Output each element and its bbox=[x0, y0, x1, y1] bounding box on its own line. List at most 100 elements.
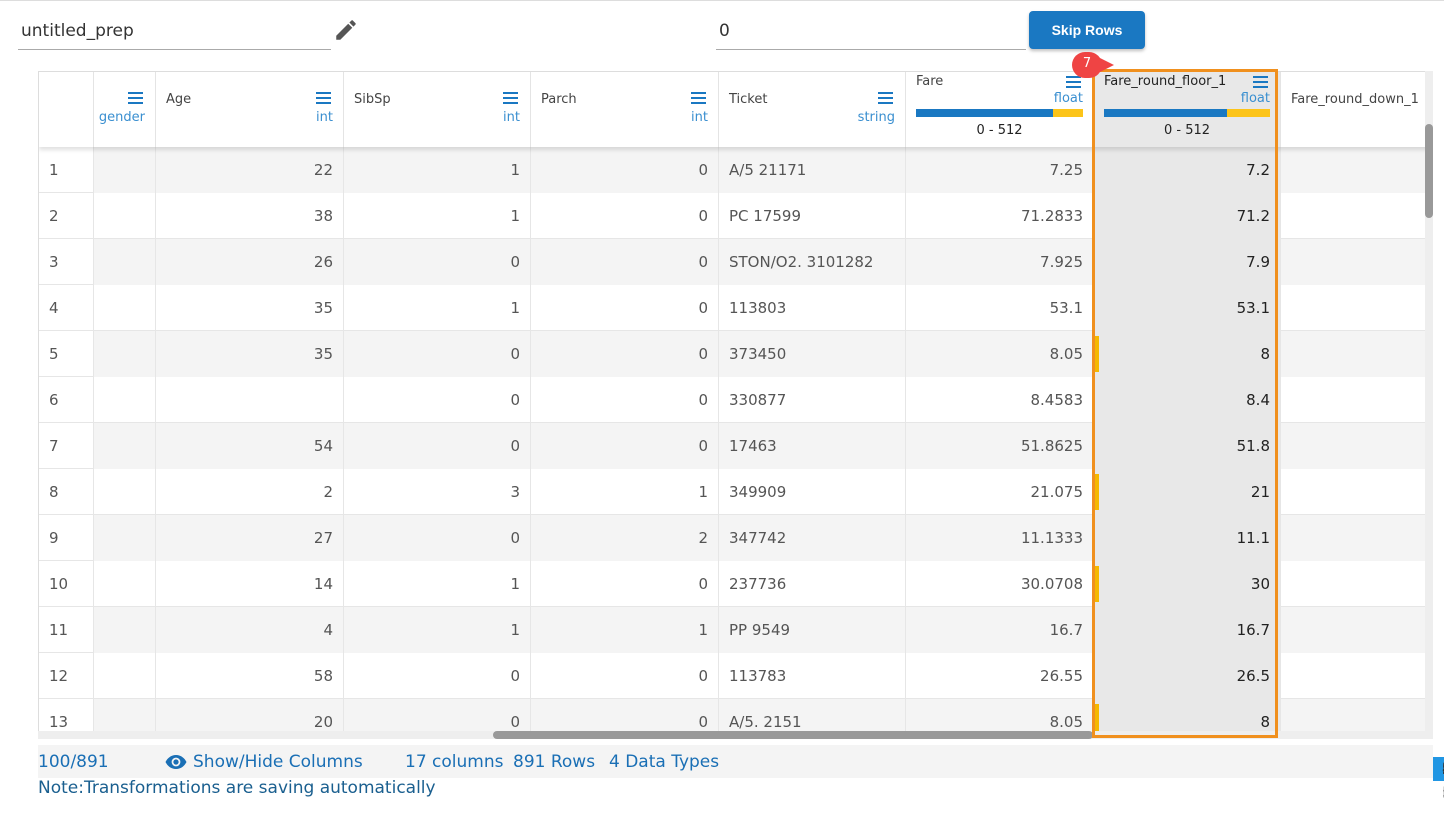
pencil-icon[interactable] bbox=[333, 17, 359, 43]
cell-age[interactable]: 26 bbox=[156, 239, 344, 285]
column-menu-icon[interactable] bbox=[691, 92, 706, 104]
show-hide-columns-link[interactable]: Show/Hide Columns bbox=[193, 752, 363, 772]
cell-parch[interactable]: 0 bbox=[531, 561, 719, 607]
cell-fare[interactable]: 21.075 bbox=[906, 469, 1094, 515]
table-row[interactable]: 6 0 0 330877 8.4583 8.4 bbox=[39, 377, 1432, 423]
cell-fare_round_down_1[interactable] bbox=[1281, 147, 1432, 193]
column-header-index[interactable] bbox=[39, 72, 94, 147]
vertical-scroll-thumb[interactable] bbox=[1425, 124, 1433, 218]
cell-sibsp[interactable]: 0 bbox=[344, 653, 531, 699]
cell-parch[interactable]: 1 bbox=[531, 469, 719, 515]
column-header-fare_round_floor_1[interactable]: Fare_round_floor_1 float 0 - 512 bbox=[1094, 72, 1281, 147]
cell-fare_round_down_1[interactable] bbox=[1281, 285, 1432, 331]
cell-fare_round_floor_1[interactable]: 8 bbox=[1094, 331, 1281, 377]
cell-fare[interactable]: 7.925 bbox=[906, 239, 1094, 285]
cell-gender[interactable] bbox=[94, 193, 156, 239]
cell-fare_round_down_1[interactable] bbox=[1281, 239, 1432, 285]
table-row[interactable]: 4 35 1 0 113803 53.1 53.1 bbox=[39, 285, 1432, 331]
table-row[interactable]: 3 26 0 0 STON/O2. 3101282 7.925 7.9 bbox=[39, 239, 1432, 285]
column-menu-icon[interactable] bbox=[503, 92, 518, 104]
column-menu-icon[interactable] bbox=[128, 92, 143, 104]
cell-fare[interactable]: 71.2833 bbox=[906, 193, 1094, 239]
vertical-scrollbar[interactable] bbox=[1425, 71, 1433, 739]
cell-ticket[interactable]: 347742 bbox=[719, 515, 906, 561]
cell-parch[interactable]: 0 bbox=[531, 239, 719, 285]
cell-index[interactable]: 1 bbox=[39, 147, 94, 193]
cell-parch[interactable]: 0 bbox=[531, 423, 719, 469]
cell-fare_round_down_1[interactable] bbox=[1281, 561, 1432, 607]
cell-parch[interactable]: 2 bbox=[531, 515, 719, 561]
cell-sibsp[interactable]: 1 bbox=[344, 285, 531, 331]
cell-age[interactable]: 35 bbox=[156, 285, 344, 331]
cell-fare[interactable]: 30.0708 bbox=[906, 561, 1094, 607]
cell-age[interactable]: 4 bbox=[156, 607, 344, 653]
table-row[interactable]: 11 4 1 1 PP 9549 16.7 16.7 bbox=[39, 607, 1432, 653]
cell-ticket[interactable]: 330877 bbox=[719, 377, 906, 423]
column-menu-icon[interactable] bbox=[316, 92, 331, 104]
cell-parch[interactable]: 1 bbox=[531, 607, 719, 653]
cell-fare[interactable]: 8.05 bbox=[906, 331, 1094, 377]
cell-index[interactable]: 10 bbox=[39, 561, 94, 607]
cell-fare_round_down_1[interactable] bbox=[1281, 193, 1432, 239]
cell-ticket[interactable]: PP 9549 bbox=[719, 607, 906, 653]
cell-ticket[interactable]: 237736 bbox=[719, 561, 906, 607]
cell-age[interactable]: 58 bbox=[156, 653, 344, 699]
cell-sibsp[interactable]: 0 bbox=[344, 423, 531, 469]
cell-parch[interactable]: 0 bbox=[531, 147, 719, 193]
cell-parch[interactable]: 0 bbox=[531, 377, 719, 423]
cell-gender[interactable] bbox=[94, 239, 156, 285]
cell-gender[interactable] bbox=[94, 515, 156, 561]
cell-gender[interactable] bbox=[94, 331, 156, 377]
cell-fare[interactable]: 26.55 bbox=[906, 653, 1094, 699]
column-header-ticket[interactable]: Ticket string bbox=[719, 72, 906, 147]
cell-index[interactable]: 3 bbox=[39, 239, 94, 285]
column-header-parch[interactable]: Parch int bbox=[531, 72, 719, 147]
cell-ticket[interactable]: STON/O2. 3101282 bbox=[719, 239, 906, 285]
cell-fare_round_down_1[interactable] bbox=[1281, 653, 1432, 699]
column-header-gender[interactable]: gender bbox=[94, 72, 156, 147]
cell-fare_round_down_1[interactable] bbox=[1281, 331, 1432, 377]
cell-index[interactable]: 11 bbox=[39, 607, 94, 653]
cell-fare_round_floor_1[interactable]: 30 bbox=[1094, 561, 1281, 607]
cell-fare_round_floor_1[interactable]: 7.2 bbox=[1094, 147, 1281, 193]
cell-fare[interactable]: 11.1333 bbox=[906, 515, 1094, 561]
cell-age[interactable]: 14 bbox=[156, 561, 344, 607]
horizontal-scrollbar[interactable] bbox=[38, 731, 1425, 739]
cell-fare_round_floor_1[interactable]: 26.5 bbox=[1094, 653, 1281, 699]
cell-index[interactable]: 12 bbox=[39, 653, 94, 699]
cell-fare_round_floor_1[interactable]: 51.8 bbox=[1094, 423, 1281, 469]
cell-sibsp[interactable]: 0 bbox=[344, 331, 531, 377]
cell-age[interactable]: 2 bbox=[156, 469, 344, 515]
cell-sibsp[interactable]: 0 bbox=[344, 515, 531, 561]
table-row[interactable]: 8 2 3 1 349909 21.075 21 bbox=[39, 469, 1432, 515]
cell-index[interactable]: 2 bbox=[39, 193, 94, 239]
cell-fare[interactable]: 53.1 bbox=[906, 285, 1094, 331]
cell-ticket[interactable]: PC 17599 bbox=[719, 193, 906, 239]
cell-ticket[interactable]: 113803 bbox=[719, 285, 906, 331]
cell-ticket[interactable]: 349909 bbox=[719, 469, 906, 515]
column-header-fare[interactable]: Fare float 0 - 512 bbox=[906, 72, 1094, 147]
cell-index[interactable]: 8 bbox=[39, 469, 94, 515]
cell-gender[interactable] bbox=[94, 607, 156, 653]
cell-gender[interactable] bbox=[94, 147, 156, 193]
cell-sibsp[interactable]: 1 bbox=[344, 561, 531, 607]
cell-fare_round_down_1[interactable] bbox=[1281, 515, 1432, 561]
cell-sibsp[interactable]: 1 bbox=[344, 147, 531, 193]
cell-fare_round_floor_1[interactable]: 7.9 bbox=[1094, 239, 1281, 285]
horizontal-scroll-thumb[interactable] bbox=[493, 731, 1093, 739]
cell-gender[interactable] bbox=[94, 377, 156, 423]
cell-fare_round_floor_1[interactable]: 21 bbox=[1094, 469, 1281, 515]
table-row[interactable]: 10 14 1 0 237736 30.0708 30 bbox=[39, 561, 1432, 607]
cell-parch[interactable]: 0 bbox=[531, 285, 719, 331]
next-page-button[interactable]: Next » bbox=[1433, 757, 1444, 802]
table-row[interactable]: 7 54 0 0 17463 51.8625 51.8 bbox=[39, 423, 1432, 469]
cell-fare[interactable]: 8.4583 bbox=[906, 377, 1094, 423]
cell-index[interactable]: 9 bbox=[39, 515, 94, 561]
eye-icon[interactable] bbox=[165, 755, 187, 769]
cell-age[interactable] bbox=[156, 377, 344, 423]
cell-sibsp[interactable]: 1 bbox=[344, 607, 531, 653]
column-header-age[interactable]: Age int bbox=[156, 72, 344, 147]
column-header-fare_round_down_1[interactable]: Fare_round_down_1 bbox=[1281, 72, 1432, 147]
prep-name-input[interactable] bbox=[18, 13, 331, 50]
cell-age[interactable]: 27 bbox=[156, 515, 344, 561]
